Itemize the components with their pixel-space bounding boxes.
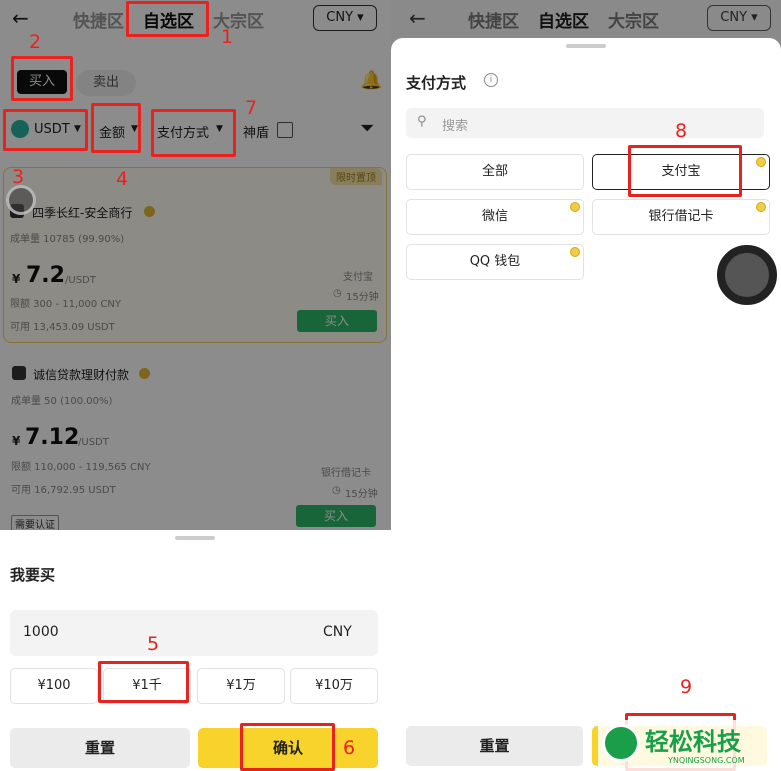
ad-buy-button[interactable]: 买入 — [297, 310, 377, 332]
annotation-number: 6 — [343, 737, 356, 759]
price-unit: /USDT — [78, 437, 109, 448]
currency-symbol: ¥ — [12, 434, 21, 448]
currency-symbol: ¥ — [12, 272, 21, 286]
payment-option-wechat[interactable]: 微信 — [406, 199, 584, 235]
reset-button[interactable]: 重置 — [10, 728, 190, 768]
ad-card[interactable]: 诚信贷款理财付款 成单量 50 (100.00%) ¥ 7.12 /USDT 限… — [3, 355, 387, 532]
payment-method: 银行借记卡 — [321, 468, 371, 479]
payment-method: 支付宝 — [343, 272, 373, 283]
ad-card[interactable]: 限时置顶 四季长红-安全商行 成单量 10785 (99.90%) ¥ 7.2 … — [3, 167, 387, 343]
watermark-name: 轻松科技 — [645, 728, 741, 756]
back-arrow-icon[interactable]: ← — [409, 6, 426, 30]
right-screen: ← 快捷区 自选区 大宗区 CNY ▾ 支付方式 i ⚲ 搜索 全部 支付宝 微… — [391, 0, 781, 771]
annotation-number: 9 — [680, 676, 693, 698]
payment-option-all[interactable]: 全部 — [406, 154, 584, 190]
tab-bulk[interactable]: 大宗区 — [608, 7, 659, 32]
watermark-logo: 轻松科技 YNQINGSONG.COM — [598, 720, 778, 771]
amount-currency: CNY — [323, 624, 352, 640]
annotation-box — [98, 661, 189, 703]
amount-value: 1000 — [23, 624, 59, 640]
coin-icon — [756, 157, 766, 167]
payment-option-qq-wallet[interactable]: QQ 钱包 — [406, 244, 584, 280]
verified-medal-icon — [144, 206, 155, 217]
order-volume: 成单量 50 (100.00%) — [11, 396, 113, 407]
price: 7.12 — [25, 425, 80, 450]
reset-button[interactable]: 重置 — [406, 726, 583, 766]
clock-icon: ◷ — [333, 288, 342, 299]
available-amount: 可用 16,792.95 USDT — [11, 485, 116, 496]
limit-range: 限额 110,000 - 119,565 CNY — [11, 462, 151, 473]
watermark-url: YNQINGSONG.COM — [668, 756, 745, 765]
annotation-number: 7 — [245, 97, 258, 119]
currency-select[interactable]: CNY ▾ — [707, 5, 771, 31]
search-placeholder: 搜索 — [442, 119, 469, 134]
quick-amount-100k[interactable]: ¥10万 — [290, 668, 378, 704]
left-screen: ← 快捷区 自选区 大宗区 CNY ▾ 买入 卖出 🔔 USDT ▼ 金额 ▼ … — [0, 0, 391, 771]
search-icon: ⚲ — [417, 114, 427, 129]
price: 7.2 — [26, 263, 65, 288]
coin-icon — [756, 202, 766, 212]
payment-time: 15分钟 — [346, 292, 379, 303]
payment-option-bank-card[interactable]: 银行借记卡 — [592, 199, 770, 235]
shield-checkbox[interactable] — [277, 122, 293, 138]
sell-segment[interactable]: 卖出 — [76, 70, 136, 96]
annotation-box — [240, 723, 335, 771]
floating-assist-icon[interactable] — [717, 245, 777, 305]
annotation-box — [3, 109, 88, 151]
floating-assist-icon[interactable] — [6, 185, 36, 215]
annotation-number: 5 — [147, 633, 160, 655]
bell-icon[interactable]: 🔔 — [360, 70, 382, 91]
sheet-title: 支付方式 — [406, 74, 467, 92]
top-nav: ← 快捷区 自选区 大宗区 CNY ▾ — [391, 0, 781, 38]
sheet-handle[interactable] — [566, 44, 606, 48]
tab-quick[interactable]: 快捷区 — [468, 7, 519, 32]
annotation-number: 1 — [221, 26, 234, 48]
tab-quick[interactable]: 快捷区 — [73, 7, 124, 32]
annotation-box — [91, 103, 141, 153]
annotation-number: 4 — [116, 168, 129, 190]
coin-icon — [570, 202, 580, 212]
order-volume: 成单量 10785 (99.90%) — [10, 234, 125, 245]
merchant-avatar — [12, 366, 26, 380]
available-amount: 可用 13,453.09 USDT — [10, 322, 115, 333]
sheet-title: 我要买 — [10, 566, 56, 584]
logo-mark-icon — [602, 724, 640, 762]
annotation-box — [11, 56, 73, 101]
pinned-badge: 限时置顶 — [330, 168, 382, 185]
verified-medal-icon — [139, 368, 150, 379]
merchant-name[interactable]: 诚信贷款理财付款 — [33, 366, 129, 383]
annotation-box — [126, 1, 209, 37]
info-icon[interactable]: i — [484, 73, 498, 87]
ad-buy-button[interactable]: 买入 — [296, 505, 376, 527]
coin-icon — [570, 247, 580, 257]
currency-select[interactable]: CNY ▾ — [313, 5, 377, 31]
shield-filter-label: 神盾 — [243, 126, 270, 141]
annotation-number: 3 — [12, 166, 25, 188]
payment-time: 15分钟 — [345, 489, 378, 500]
quick-amount-100[interactable]: ¥100 — [10, 668, 98, 704]
price-unit: /USDT — [65, 275, 96, 286]
limit-range: 限额 300 - 11,000 CNY — [10, 299, 121, 310]
annotation-box — [151, 109, 236, 157]
search-input[interactable]: ⚲ 搜索 — [406, 108, 764, 138]
merchant-name[interactable]: 四季长红-安全商行 — [32, 204, 132, 221]
sheet-handle[interactable] — [175, 536, 215, 540]
filter-funnel-icon[interactable]: ⏷ — [360, 118, 374, 139]
clock-icon: ◷ — [332, 485, 341, 496]
tab-custom[interactable]: 自选区 — [538, 7, 589, 32]
back-arrow-icon[interactable]: ← — [12, 6, 29, 30]
annotation-number: 8 — [675, 120, 688, 142]
annotation-number: 2 — [29, 31, 42, 53]
quick-amount-10k[interactable]: ¥1万 — [197, 668, 285, 704]
annotation-box — [628, 145, 742, 197]
amount-input[interactable]: 1000 CNY — [10, 610, 378, 656]
